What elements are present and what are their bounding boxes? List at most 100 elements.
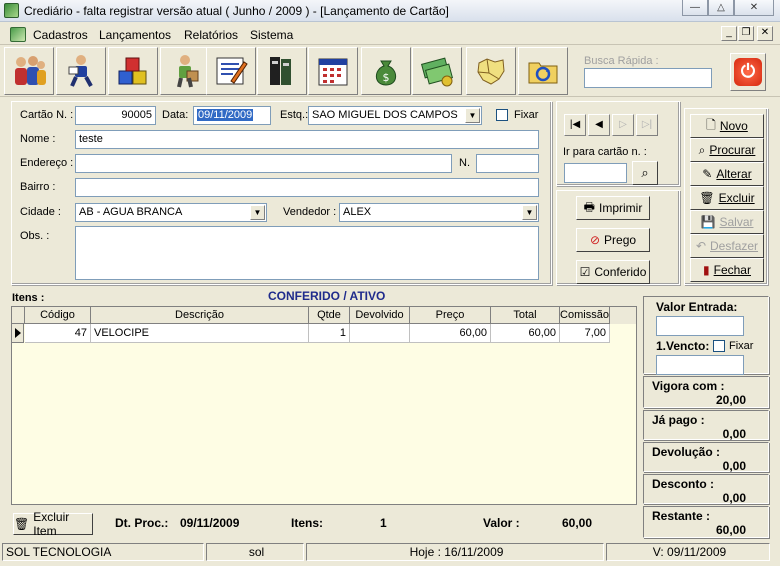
fixar-estq-checkbox[interactable] (496, 109, 508, 121)
estq-label: Estq.: (280, 109, 309, 121)
toolbar-employees-button[interactable] (160, 47, 210, 95)
toolbar-sync-button[interactable] (518, 47, 568, 95)
toolbar-products-button[interactable] (108, 47, 158, 95)
data-field[interactable]: 09/11/2009 (193, 106, 271, 125)
map-icon (477, 58, 505, 85)
imprimir-button[interactable]: 🖶 Imprimir (576, 196, 650, 220)
conferido-button[interactable]: ☑ Conferido (576, 260, 650, 284)
nav-first-button[interactable]: |◀ (564, 114, 586, 136)
novo-label: Novo (719, 119, 748, 133)
column-descricao[interactable]: Descrição (91, 307, 309, 324)
toolbar-calendar-button[interactable] (308, 47, 358, 95)
vencto-field[interactable] (656, 355, 744, 375)
mdi-minimize-button[interactable]: _ (721, 26, 737, 41)
novo-button[interactable]: 🗋 Novo (690, 114, 764, 138)
excluir-button[interactable]: 🗑 Excluir (690, 186, 764, 210)
chevron-down-icon[interactable]: ▼ (522, 205, 537, 220)
chevron-down-icon[interactable]: ▼ (465, 108, 480, 123)
stop-icon: ⊘ (589, 233, 601, 247)
itens-count-value: 1 (380, 516, 387, 530)
nav-next-button[interactable]: ▷ (612, 114, 634, 136)
devolucao-value: 0,00 (722, 459, 746, 473)
status-today: Hoje : 16/11/2009 (306, 543, 604, 561)
cidade-select[interactable]: AB - AGUA BRANCA ▼ (75, 203, 267, 222)
title-bar: Crediário - falta registrar versão atual… (0, 0, 780, 22)
nome-label: Nome : (20, 133, 56, 145)
goto-card-button[interactable]: ⌕ (632, 161, 658, 185)
nav-last-button[interactable]: ▷| (636, 114, 658, 136)
cell-codigo: 47 (25, 324, 91, 343)
status-bar: SOL TECNOLOGIA sol Hoje : 16/11/2009 V: … (0, 542, 780, 561)
nome-field[interactable]: teste (75, 130, 539, 149)
toolbar-courier-button[interactable] (56, 47, 106, 95)
menu-sistema[interactable]: Sistema (250, 28, 293, 42)
column-comissao[interactable]: Comissão (560, 307, 610, 324)
toolbar-books-button[interactable] (257, 47, 307, 95)
restore-button[interactable]: △ (708, 0, 734, 16)
fechar-button[interactable]: ▮ Fechar (690, 258, 764, 282)
app-icon (4, 3, 19, 18)
data-label: Data: (162, 109, 189, 121)
column-devolvido[interactable]: Devolvido (350, 307, 410, 324)
column-codigo[interactable]: Código (25, 307, 91, 324)
column-total[interactable]: Total (491, 307, 560, 324)
toolbar-cash-button[interactable] (412, 47, 462, 95)
numero-field[interactable] (476, 154, 539, 173)
edit-icon: ✎ (702, 167, 713, 181)
toolbar-entry-button[interactable] (206, 47, 256, 95)
column-qtde[interactable]: Qtde (309, 307, 350, 324)
restante-value: 60,00 (715, 523, 746, 537)
cidade-value: AB - AGUA BRANCA (79, 206, 183, 218)
prego-button[interactable]: ⊘ Prego (576, 228, 650, 252)
ir-para-cartao-label: Ir para cartão n. : (563, 146, 647, 158)
mdi-restore-button[interactable]: ❐ (738, 26, 754, 41)
ir-para-cartao-field[interactable] (564, 163, 627, 183)
toolbar-finance-button[interactable]: $ (361, 47, 411, 95)
mdi-close-button[interactable]: ✕ (757, 26, 773, 41)
conferido-label: Conferido (594, 265, 647, 279)
numero-label: N. (459, 157, 470, 169)
desfazer-button[interactable]: ↶ Desfazer (690, 234, 764, 258)
mdi-child-icon[interactable] (10, 27, 26, 42)
menu-cadastros[interactable]: Cadastros (33, 28, 88, 42)
minimize-button[interactable]: — (682, 0, 708, 16)
column-preco[interactable]: Preço (410, 307, 491, 324)
vendedor-select[interactable]: ALEX ▼ (339, 203, 539, 222)
cartao-number-field[interactable]: 90005 (75, 106, 156, 125)
alterar-button[interactable]: ✎ Alterar (690, 162, 764, 186)
cell-devolvido (350, 324, 410, 343)
svg-text:$: $ (383, 71, 390, 84)
salvar-button[interactable]: 💾 Salvar (690, 210, 764, 234)
row-indicator-icon (12, 324, 24, 343)
bairro-field[interactable] (75, 178, 539, 197)
endereco-field[interactable] (75, 154, 452, 173)
menu-relatorios[interactable]: Relatórios (184, 28, 238, 42)
worker-icon (177, 55, 199, 88)
cell-preco: 60,00 (410, 324, 491, 343)
items-grid[interactable]: Código Descrição Qtde Devolvido Preço To… (11, 306, 637, 505)
exit-button[interactable]: ⏻ (730, 53, 766, 91)
money-bag-icon: $ (375, 60, 397, 86)
menu-lancamentos[interactable]: Lançamentos (99, 28, 171, 42)
binoculars-icon: ⌕ (641, 165, 649, 180)
valor-entrada-field[interactable] (656, 316, 744, 336)
obs-textarea[interactable] (75, 226, 539, 280)
toolbar-map-button[interactable] (466, 47, 516, 95)
procurar-button[interactable]: ⌕ Procurar (690, 138, 764, 162)
excluir-item-button[interactable]: 🗑 Excluir Item (13, 510, 93, 538)
fixar-vencto-checkbox[interactable] (713, 340, 725, 352)
chevron-down-icon[interactable]: ▼ (250, 205, 265, 220)
nav-prev-button[interactable]: ◀ (588, 114, 610, 136)
cell-total: 60,00 (491, 324, 560, 343)
busca-rapida-input[interactable] (584, 68, 712, 88)
printer-icon: 🖶 (583, 199, 595, 214)
courier-icon (68, 55, 93, 87)
status-user: sol (206, 543, 304, 561)
vigora-box: Vigora com : 20,00 (643, 376, 769, 408)
estq-select[interactable]: SAO MIGUEL DOS CAMPOS ▼ (308, 106, 482, 125)
endereco-label: Endereço : (20, 157, 74, 169)
close-button[interactable]: ✕ (734, 0, 774, 16)
toolbar-clients-button[interactable] (4, 47, 54, 95)
obs-label: Obs. : (20, 230, 50, 242)
estq-value: SAO MIGUEL DOS CAMPOS (312, 109, 458, 121)
